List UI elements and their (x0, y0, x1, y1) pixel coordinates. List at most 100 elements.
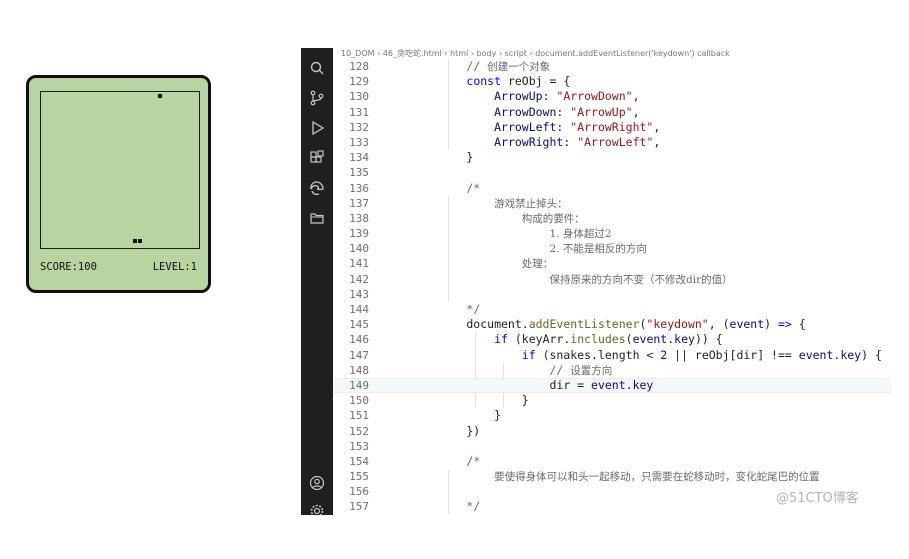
code-line[interactable]: 150 } (333, 393, 891, 408)
line-number: 137 (349, 196, 369, 210)
code-text[interactable]: } (411, 408, 501, 423)
extensions-icon[interactable] (309, 150, 325, 166)
settings-icon[interactable] (309, 503, 325, 515)
code-line[interactable]: 146 if (keyArr.includes(event.key)) { (333, 332, 891, 347)
code-text[interactable]: if (keyArr.includes(event.key)) { (411, 332, 723, 347)
code-text[interactable]: 要使得身体可以和头一起移动，只需要在蛇移动时，变化蛇尾巴的位置 (411, 469, 820, 485)
level-label: LEVEL:1 (152, 261, 197, 273)
code-line[interactable]: 143 (333, 287, 891, 302)
code-line[interactable]: 129 const reObj = { (333, 74, 891, 89)
code-lines[interactable]: 128 // 创建一个对象 129 const reObj = {130 Arro… (333, 59, 891, 515)
code-text[interactable]: } (411, 150, 473, 165)
code-text[interactable]: 1. 身体超过2 (411, 226, 611, 242)
line-number: 130 (349, 90, 369, 104)
line-number: 138 (349, 211, 369, 225)
line-number: 144 (349, 303, 369, 316)
code-text[interactable]: 游戏禁止掉头： (411, 196, 568, 212)
line-number: 142 (349, 272, 369, 286)
code-text[interactable]: ArrowUp: "ArrowDown", (411, 89, 639, 104)
food-pellet (158, 94, 162, 98)
code-text[interactable]: // 设置方向 (411, 363, 612, 379)
code-text[interactable]: 处理： (411, 256, 554, 272)
code-line[interactable]: 137 游戏禁止掉头： (333, 196, 891, 211)
code-line[interactable]: 141 处理： (333, 256, 891, 271)
code-text[interactable]: ArrowRight: "ArrowLeft", (411, 135, 660, 150)
code-line[interactable]: 139 1. 身体超过2 (333, 226, 891, 241)
code-text[interactable]: ArrowDown: "ArrowUp", (411, 105, 639, 120)
code-line[interactable]: 133 ArrowRight: "ArrowLeft", (333, 135, 891, 150)
code-line[interactable]: 155 要使得身体可以和头一起移动，只需要在蛇移动时，变化蛇尾巴的位置 (333, 469, 891, 484)
game-board (40, 91, 200, 249)
code-line[interactable]: 135 (333, 165, 891, 180)
line-number: 129 (349, 75, 369, 89)
code-line[interactable]: 151 } (333, 408, 891, 423)
search-icon[interactable] (309, 60, 325, 76)
source-control-icon[interactable] (309, 90, 325, 106)
line-number: 149 (349, 378, 369, 392)
edge-icon[interactable] (309, 180, 325, 196)
line-number: 148 (349, 363, 369, 377)
code-line[interactable]: 132 ArrowLeft: "ArrowRight", (333, 120, 891, 135)
score-label: SCORE:100 (40, 261, 97, 273)
line-number: 136 (349, 181, 369, 195)
code-line[interactable]: 136 /* (333, 181, 891, 196)
code-text[interactable]: ArrowLeft: "ArrowRight", (411, 120, 660, 135)
breadcrumb[interactable]: 10_DOM › 46_贪吃蛇.html › html › body › scr… (341, 48, 730, 58)
line-number: 156 (349, 485, 369, 499)
line-number: 132 (349, 120, 369, 134)
line-number: 141 (349, 257, 369, 271)
snake-segment (138, 239, 142, 243)
line-number: 131 (349, 105, 369, 119)
code-line[interactable]: 144 */ (333, 302, 891, 317)
code-line[interactable]: 147 if (snakes.length < 2 || reObj[dir] … (333, 348, 891, 363)
line-number: 146 (349, 333, 369, 347)
folder-icon[interactable] (309, 210, 325, 226)
code-text[interactable]: } (411, 393, 529, 408)
line-number: 139 (349, 227, 369, 241)
run-debug-icon[interactable] (309, 120, 325, 136)
line-number: 128 (349, 60, 369, 73)
code-line[interactable]: 140 2. 不能是相反的方向 (333, 241, 891, 256)
code-line[interactable]: 154 /* (333, 454, 891, 469)
code-line[interactable]: 153 (333, 439, 891, 454)
line-number: 155 (349, 470, 369, 484)
code-text[interactable]: }) (411, 424, 480, 439)
code-line[interactable]: 142 保持原来的方向不变（不修改dir的值） (333, 272, 891, 287)
code-text[interactable]: dir = event.key (411, 378, 653, 392)
line-number: 135 (349, 166, 369, 180)
code-line[interactable]: 145 document.addEventListener("keydown",… (333, 317, 891, 332)
line-number: 154 (349, 454, 369, 468)
code-text[interactable]: // 创建一个对象 (411, 59, 550, 75)
code-line[interactable]: 152 }) (333, 424, 891, 439)
game-hud: SCORE:100 LEVEL:1 (40, 261, 197, 273)
code-line[interactable]: 128 // 创建一个对象 (333, 59, 891, 74)
line-number: 152 (349, 424, 369, 438)
code-text[interactable]: 保持原来的方向不变（不修改dir的值） (411, 272, 732, 288)
code-line[interactable]: 149 dir = event.key (333, 377, 891, 394)
line-number: 151 (349, 409, 369, 423)
code-text[interactable]: /* (411, 454, 480, 469)
code-line[interactable]: 130 ArrowUp: "ArrowDown", (333, 89, 891, 104)
line-number: 133 (349, 135, 369, 149)
code-text[interactable]: 构成的要件： (411, 211, 585, 227)
code-line[interactable]: 131 ArrowDown: "ArrowUp", (333, 105, 891, 120)
code-line[interactable]: 138 构成的要件： (333, 211, 891, 226)
line-number: 140 (349, 242, 369, 256)
code-line[interactable]: 134 } (333, 150, 891, 165)
line-number: 153 (349, 439, 369, 453)
line-number: 145 (349, 318, 369, 332)
code-text[interactable]: /* (411, 181, 480, 196)
watermark: @51CTO博客 (776, 491, 859, 506)
code-text[interactable]: const reObj = { (411, 74, 570, 89)
line-number: 157 (349, 500, 369, 514)
code-editor: 10_DOM › 46_贪吃蛇.html › html › body › scr… (301, 48, 891, 515)
code-line[interactable]: 148 // 设置方向 (333, 363, 891, 378)
account-icon[interactable] (309, 475, 325, 491)
code-text[interactable]: document.addEventListener("keydown", (ev… (411, 317, 805, 332)
code-text[interactable]: 2. 不能是相反的方向 (411, 241, 646, 257)
code-text[interactable]: */ (411, 302, 480, 317)
code-text[interactable]: if (snakes.length < 2 || reObj[dir] !== … (411, 348, 882, 363)
activity-bar (301, 48, 333, 515)
code-text[interactable]: */ (411, 499, 480, 514)
snake-segment (133, 239, 137, 243)
